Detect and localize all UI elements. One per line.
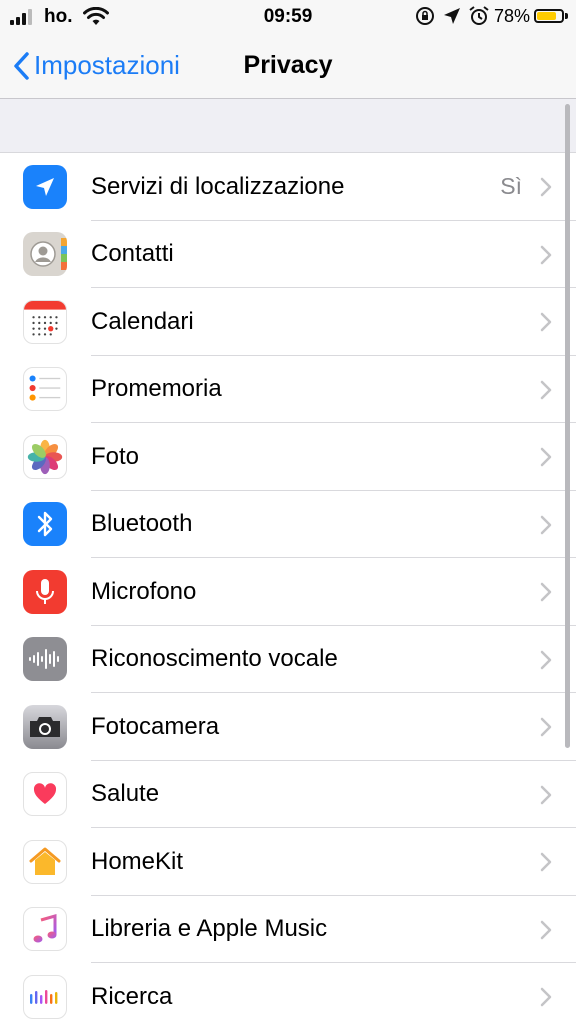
list-item-photos[interactable]: Foto — [0, 423, 576, 491]
list-item-calendars[interactable]: Calendari — [0, 288, 576, 356]
battery-fill — [537, 12, 556, 20]
list-item-bluetooth[interactable]: Bluetooth — [0, 491, 576, 558]
navigation-bar: Impostazioni Privacy — [0, 34, 576, 99]
list-item-camera[interactable]: Fotocamera — [0, 693, 576, 761]
chevron-right-icon — [540, 447, 552, 467]
list-item-label: HomeKit — [91, 847, 184, 875]
list-item-label: Servizi di localizzazione — [91, 172, 345, 200]
chevron-right-icon — [540, 852, 552, 872]
contacts-icon — [23, 232, 67, 277]
photos-icon — [23, 434, 67, 479]
chevron-right-icon — [540, 515, 552, 534]
speech-recognition-icon — [23, 637, 67, 682]
battery-percent: 78% — [493, 5, 530, 26]
list-item-research[interactable]: Ricerca — [0, 963, 576, 1031]
list-item-value: Sì — [500, 173, 522, 200]
chevron-right-icon — [540, 245, 552, 264]
list-item-label: Microfono — [91, 577, 197, 605]
list-item-label: Foto — [91, 442, 140, 470]
list-item-location-services[interactable]: Servizi di localizzazione Sì — [0, 153, 576, 221]
section-spacer — [0, 99, 576, 153]
privacy-settings-list: Servizi di localizzazione Sì Contatti Ca… — [0, 153, 576, 1031]
battery-icon — [534, 9, 564, 23]
alarm-icon — [469, 6, 489, 25]
chevron-right-icon — [540, 380, 552, 399]
microphone-icon — [23, 569, 67, 614]
camera-icon — [23, 704, 67, 749]
list-item-label: Libreria e Apple Music — [91, 915, 328, 943]
list-item-label: Bluetooth — [91, 510, 193, 538]
calendar-icon — [23, 299, 67, 344]
list-item-contacts[interactable]: Contatti — [0, 221, 576, 288]
bluetooth-icon — [23, 502, 67, 547]
list-item-label: Calendari — [91, 307, 194, 335]
list-item-label: Salute — [91, 780, 160, 808]
list-item-label: Promemoria — [91, 375, 222, 403]
status-bar: ho. 09:59 78% — [0, 0, 576, 34]
music-note-icon — [23, 907, 67, 952]
list-item-label: Ricerca — [91, 982, 173, 1010]
list-item-label: Contatti — [91, 240, 174, 268]
list-item-speech-recognition[interactable]: Riconoscimento vocale — [0, 626, 576, 693]
list-item-microphone[interactable]: Microfono — [0, 558, 576, 626]
chevron-right-icon — [540, 177, 552, 197]
location-services-icon — [443, 8, 460, 24]
chevron-right-icon — [540, 717, 552, 737]
homekit-icon — [23, 839, 67, 884]
chevron-right-icon — [540, 987, 552, 1007]
status-right: 78% — [414, 5, 568, 27]
scrollbar[interactable] — [565, 104, 570, 748]
list-item-label: Riconoscimento vocale — [91, 645, 338, 673]
chevron-right-icon — [540, 650, 552, 669]
reminders-icon — [23, 367, 67, 412]
list-item-homekit[interactable]: HomeKit — [0, 828, 576, 896]
chevron-right-icon — [540, 582, 552, 602]
location-arrow-icon — [23, 164, 67, 209]
research-icon — [23, 974, 67, 1019]
battery-tip — [565, 13, 568, 19]
orientation-lock-icon — [415, 7, 434, 25]
page-title: Privacy — [243, 51, 333, 79]
list-item-reminders[interactable]: Promemoria — [0, 356, 576, 423]
list-item-health[interactable]: Salute — [0, 761, 576, 828]
chevron-right-icon — [540, 920, 552, 939]
health-heart-icon — [23, 772, 67, 817]
chevron-right-icon — [540, 785, 552, 804]
chevron-right-icon — [540, 312, 552, 332]
list-item-apple-music[interactable]: Libreria e Apple Music — [0, 896, 576, 963]
list-item-label: Fotocamera — [91, 712, 220, 740]
